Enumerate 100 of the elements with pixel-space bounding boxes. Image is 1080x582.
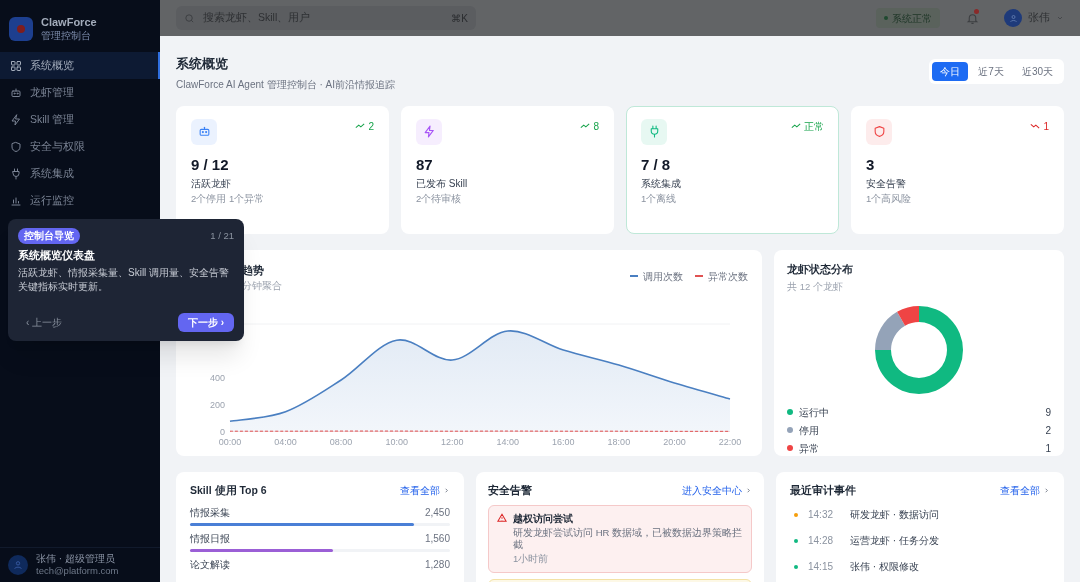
next-button[interactable]: 下一步 › xyxy=(177,313,234,332)
x-tick-label: 16:00 xyxy=(552,436,575,447)
skill-count: 2,450 xyxy=(424,506,450,521)
trend-label: 正常 xyxy=(791,118,824,134)
stat-label: 系统集成 xyxy=(641,176,682,191)
trend-down-icon xyxy=(1030,123,1041,129)
nav-item[interactable]: Skill 管理 xyxy=(0,106,160,133)
card-title: 安全告警 xyxy=(488,482,532,498)
trend-up-icon xyxy=(580,123,591,129)
stat-value: 87 xyxy=(416,156,434,172)
x-tick-label: 04:00 xyxy=(274,436,297,447)
legend-label: 调用次数 xyxy=(643,269,683,284)
stat-note: 1个离线 xyxy=(641,191,678,206)
alert-time: 1小时前 xyxy=(513,552,550,567)
event-text: 张伟 · 权限修改 xyxy=(850,560,919,575)
x-tick-label: 20:00 xyxy=(663,436,686,447)
user-name: 张伟 · 超级管理员 xyxy=(36,552,116,566)
alert-card[interactable]: 越权访问尝试 研发龙虾尝试访问 HR 数据域，已被数据边界策略拦截 1小时前 xyxy=(488,505,752,573)
nav-item[interactable]: 运行监控 xyxy=(0,187,160,214)
y-tick-label: 200 xyxy=(209,399,225,410)
trend-up-icon xyxy=(355,123,366,129)
legend-count: 2 xyxy=(1045,423,1051,438)
avatar-icon xyxy=(8,554,28,575)
trend-label: 8 xyxy=(580,118,599,134)
alert-title: 越权访问尝试 xyxy=(513,512,574,527)
brand-name: ClawForce xyxy=(41,15,97,30)
brand-subtitle: 管理控制台 xyxy=(41,29,92,43)
card-title: Skill 使用 Top 6 xyxy=(190,482,267,498)
card-title: 最近审计事件 xyxy=(790,482,856,498)
trend-up-icon xyxy=(791,123,801,129)
x-tick-label: 12:00 xyxy=(440,436,464,447)
trend-label: 1 xyxy=(1030,118,1049,134)
chevron-icon xyxy=(1043,486,1050,494)
stat-value: 3 xyxy=(866,156,876,172)
y-tick-label: 400 xyxy=(209,372,225,383)
range-tab[interactable]: 近7天 xyxy=(970,62,1012,81)
skill-name: 情报日报 xyxy=(190,532,230,547)
warning-icon xyxy=(497,513,507,524)
tour-title: 系统概览仪表盘 xyxy=(18,248,96,264)
trend-label: 2 xyxy=(355,118,374,134)
view-all-link[interactable]: 进入安全中心 xyxy=(682,482,752,498)
search-icon xyxy=(184,12,195,24)
chevron-icon xyxy=(745,486,752,494)
bell-icon xyxy=(965,11,979,25)
user-email: tech@platform.com xyxy=(36,565,119,577)
x-tick-label: 08:00 xyxy=(329,436,353,447)
robot-icon xyxy=(197,125,211,138)
view-all-link[interactable]: 查看全部 xyxy=(400,482,450,498)
y-tick-label: 0 xyxy=(220,426,225,437)
logo-icon xyxy=(9,17,33,41)
stat-value: 9 / 12 xyxy=(191,156,230,172)
stat-label: 活跃龙虾 xyxy=(191,176,232,191)
previous-button[interactable]: ‹ 上一步 xyxy=(18,315,63,330)
card-title: 龙虾状态分布 xyxy=(787,261,854,277)
plug-icon xyxy=(10,167,22,180)
page-subtitle: ClawForce AI Agent 管理控制台 · AI前沿情报追踪 xyxy=(176,77,395,92)
step-counter: 1 / 21 xyxy=(210,229,234,243)
event-time: 14:28 xyxy=(808,534,835,549)
caret-icon xyxy=(1056,14,1064,22)
legend-label: 异常 xyxy=(799,441,819,456)
skill-name: 情报采集 xyxy=(190,506,230,521)
stat-note: 2个停用 1个异常 xyxy=(191,191,266,206)
alert-description: 研发龙虾尝试访问 HR 数据域，已被数据边界策略拦截 xyxy=(513,527,743,552)
shield-icon xyxy=(872,125,886,138)
legend-label: 停用 xyxy=(799,423,819,438)
event-time: 14:32 xyxy=(808,508,835,523)
skill-count: 1,560 xyxy=(424,532,450,547)
legend-label: 异常次数 xyxy=(708,269,748,284)
tour-description: 活跃龙虾、情报采集量、Skill 调用量、安全告警 xyxy=(18,266,231,280)
lightning-icon xyxy=(422,125,436,138)
nav-item[interactable]: 系统集成 xyxy=(0,160,160,187)
lightning-icon xyxy=(10,113,22,126)
x-tick-label: 22:00 xyxy=(718,436,742,447)
chevron-icon xyxy=(443,486,450,494)
card-subtitle: 共 12 个龙虾 xyxy=(787,280,844,295)
range-tab[interactable]: 近30天 xyxy=(1013,62,1061,81)
nav-item[interactable]: 龙虾管理 xyxy=(0,79,160,106)
x-tick-label: 00:00 xyxy=(218,436,242,447)
skill-name: 论文解读 xyxy=(190,558,230,573)
event-text: 研发龙虾 · 数据访问 xyxy=(850,508,939,523)
range-tab[interactable]: 今日 xyxy=(932,62,969,81)
nav-item[interactable]: 安全与权限 xyxy=(0,133,160,160)
event-time: 14:15 xyxy=(808,560,835,575)
tour-badge: 控制台导览 xyxy=(18,228,80,245)
legend-label: 运行中 xyxy=(799,405,829,420)
page-title: 系统概览 xyxy=(176,55,229,73)
tour-description: 关键指标实时更新。 xyxy=(18,280,109,294)
event-text: 运营龙虾 · 任务分发 xyxy=(850,534,939,549)
skill-count: 1,280 xyxy=(424,558,450,573)
stat-label: 安全告警 xyxy=(866,176,907,191)
stat-note: 1个高风险 xyxy=(866,191,913,206)
view-all-link[interactable]: 查看全部 xyxy=(1000,482,1050,498)
avatar-icon xyxy=(1004,9,1022,27)
stat-note: 2个待审核 xyxy=(416,191,463,206)
x-tick-label: 10:00 xyxy=(385,436,408,447)
nav-item[interactable]: 系统概览 xyxy=(0,52,160,79)
x-tick-label: 18:00 xyxy=(607,436,631,447)
shield-icon xyxy=(10,140,22,153)
stat-value: 7 / 8 xyxy=(641,156,672,172)
legend-count: 1 xyxy=(1045,441,1051,456)
